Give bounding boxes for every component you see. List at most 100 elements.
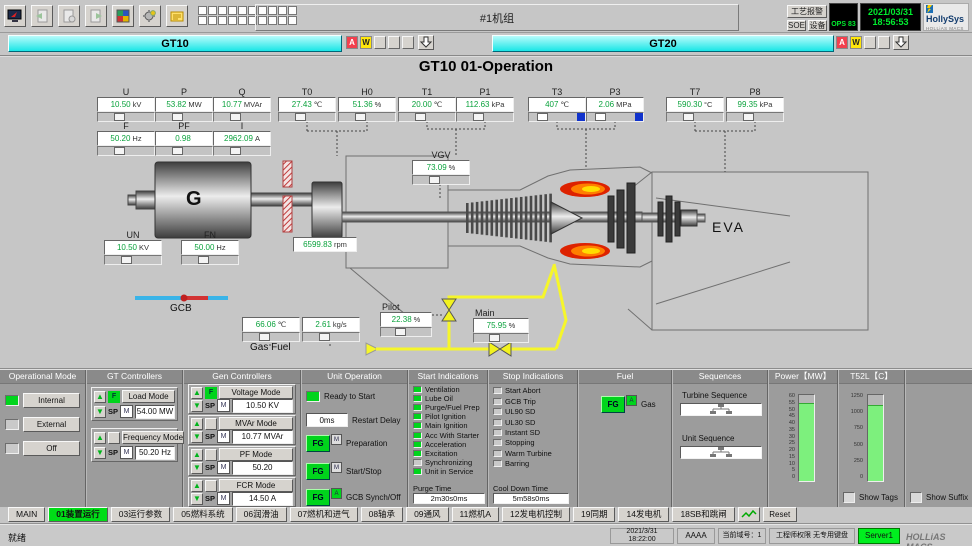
setpoint-field[interactable]: 50.20 Hz (135, 446, 175, 460)
bottom-tab[interactable]: 08轴承 (361, 507, 403, 522)
trend-strip[interactable] (473, 333, 529, 343)
status-server: Server1 (858, 528, 900, 544)
bottom-tab[interactable]: 06润滑油 (236, 507, 287, 522)
indication-lamp (493, 398, 502, 405)
mode-button[interactable]: Internal (23, 393, 80, 408)
preparation-row: FG M Preparation (306, 435, 403, 452)
increase-button[interactable]: ▲ (191, 418, 203, 430)
manual-chip: M (331, 434, 342, 445)
trend-strip[interactable] (586, 112, 644, 122)
bottom-tab[interactable]: 03运行参数 (111, 507, 170, 522)
reset-button[interactable]: Reset (763, 507, 797, 522)
trend-icon-button[interactable] (738, 507, 760, 522)
load-mode-button[interactable]: Load Mode (122, 390, 175, 403)
increase-button[interactable]: ▲ (94, 391, 106, 403)
trend-strip[interactable] (412, 175, 470, 185)
trend-strip[interactable] (155, 146, 213, 156)
mode-button[interactable]: External (23, 417, 80, 432)
ready-to-start-row: Ready to Start (306, 391, 403, 402)
t52l-gauge-ticks: 125010007505002500 (841, 394, 863, 480)
show-tags-checkbox[interactable] (843, 492, 855, 503)
trend-strip[interactable] (456, 112, 514, 122)
gen-voltage-mode-group: ▲ F Voltage Mode ▼ SP M 10.50 KV (188, 384, 296, 414)
decrease-button[interactable]: ▼ (191, 462, 203, 474)
manual-chip[interactable]: M (217, 492, 230, 505)
setpoint-field[interactable]: 10.50 KV (232, 399, 293, 413)
increase-button[interactable]: ▲ (191, 449, 203, 461)
fg-start-stop-button[interactable]: FG (306, 463, 330, 480)
trend-strip[interactable] (181, 255, 239, 265)
setpoint-field[interactable]: 50.20 (232, 461, 293, 475)
bottom-tab[interactable]: 01装置运行 (48, 507, 107, 522)
status-bar: 就绪 2021/3/31 18:22:00 AAAA 当前域号：1 工程师权限 … (0, 523, 972, 546)
bottom-tab[interactable]: 18SB和跳闸 (672, 507, 734, 522)
bottom-tab[interactable]: 07燃机和进气 (290, 507, 358, 522)
restart-delay-field[interactable]: 0ms (306, 413, 348, 427)
power-gauge-bar (798, 394, 815, 482)
main-valve-icon (489, 342, 511, 356)
sequence-icon (707, 447, 735, 458)
decrease-button[interactable]: ▼ (94, 447, 106, 459)
trend-strip[interactable] (398, 112, 456, 122)
bottom-tab[interactable]: MAIN (8, 507, 45, 522)
trend-strip[interactable] (380, 327, 432, 337)
gcb-label: GCB (170, 303, 192, 314)
manual-chip[interactable]: M (217, 430, 230, 443)
trend-strip[interactable] (338, 112, 396, 122)
indication-lamp (413, 441, 422, 448)
mode-button[interactable]: Off (23, 441, 80, 456)
section-title: Power【MW】 (769, 370, 837, 384)
mode-indicator (5, 443, 19, 454)
trend-strip[interactable] (666, 112, 724, 122)
manual-chip[interactable]: M (217, 461, 230, 474)
trend-strip[interactable] (726, 112, 784, 122)
increase-button[interactable]: ▲ (191, 480, 203, 492)
meas-t1: T1 20.00℃ (398, 87, 456, 122)
manual-chip[interactable]: M (120, 405, 133, 418)
increase-button[interactable]: ▲ (94, 432, 106, 444)
voltage-mode-button[interactable]: Voltage Mode (219, 386, 293, 399)
bottom-tab[interactable]: 09通风 (406, 507, 448, 522)
trend-strip[interactable] (213, 146, 271, 156)
trend-strip[interactable] (528, 112, 586, 122)
turbine-sequence-bar[interactable] (680, 403, 762, 416)
trend-strip[interactable] (242, 332, 300, 342)
trend-strip[interactable] (97, 146, 155, 156)
setpoint-field[interactable]: 54.00 MW (135, 405, 175, 419)
bottom-tab[interactable]: 05燃料系统 (173, 507, 232, 522)
mode-row: Internal (5, 393, 80, 408)
trend-strip[interactable] (302, 332, 360, 342)
bottom-tab[interactable]: 19同期 (573, 507, 615, 522)
manual-chip[interactable]: M (217, 399, 230, 412)
increase-button[interactable]: ▲ (191, 387, 203, 399)
section-sequences: Sequences Turbine Sequence Unit Sequence (673, 370, 769, 507)
fg-gas-button[interactable]: FG (601, 396, 625, 413)
setpoint-field[interactable]: 10.77 MVAr (232, 430, 293, 444)
fg-gcb-synch-button[interactable]: FG (306, 489, 330, 506)
fg-preparation-button[interactable]: FG (306, 435, 330, 452)
trend-strip[interactable] (278, 112, 336, 122)
bottom-tab[interactable]: 14发电机 (618, 507, 669, 522)
meas-f: F 50.20Hz (97, 121, 155, 156)
status-code: AAAA (677, 528, 715, 544)
decrease-button[interactable]: ▼ (191, 493, 203, 505)
meas-main: Main 75.95% (473, 308, 529, 343)
mode-f-badge: F (108, 391, 120, 403)
decrease-button[interactable]: ▼ (94, 406, 106, 418)
bottom-tab[interactable]: 12发电机控制 (502, 507, 570, 522)
manual-chip[interactable]: M (120, 446, 133, 459)
unit-sequence-bar[interactable] (680, 446, 762, 459)
decrease-button[interactable]: ▼ (191, 431, 203, 443)
decrease-button[interactable]: ▼ (191, 400, 203, 412)
pf-mode-button[interactable]: PF Mode (219, 448, 293, 461)
frequency-mode-button[interactable]: Frequency Mode (122, 431, 184, 444)
indication-lamp (493, 439, 502, 446)
show-suffix-checkbox[interactable] (910, 492, 922, 503)
sp-label: SP (108, 448, 118, 457)
fcr-mode-button[interactable]: FCR Mode (219, 479, 293, 492)
mvar-mode-button[interactable]: MVAr Mode (219, 417, 293, 430)
sp-label: SP (205, 494, 215, 503)
trend-strip[interactable] (104, 255, 162, 265)
bottom-tab[interactable]: 11燃机A (452, 507, 500, 522)
setpoint-field[interactable]: 14.50 A (232, 492, 293, 506)
